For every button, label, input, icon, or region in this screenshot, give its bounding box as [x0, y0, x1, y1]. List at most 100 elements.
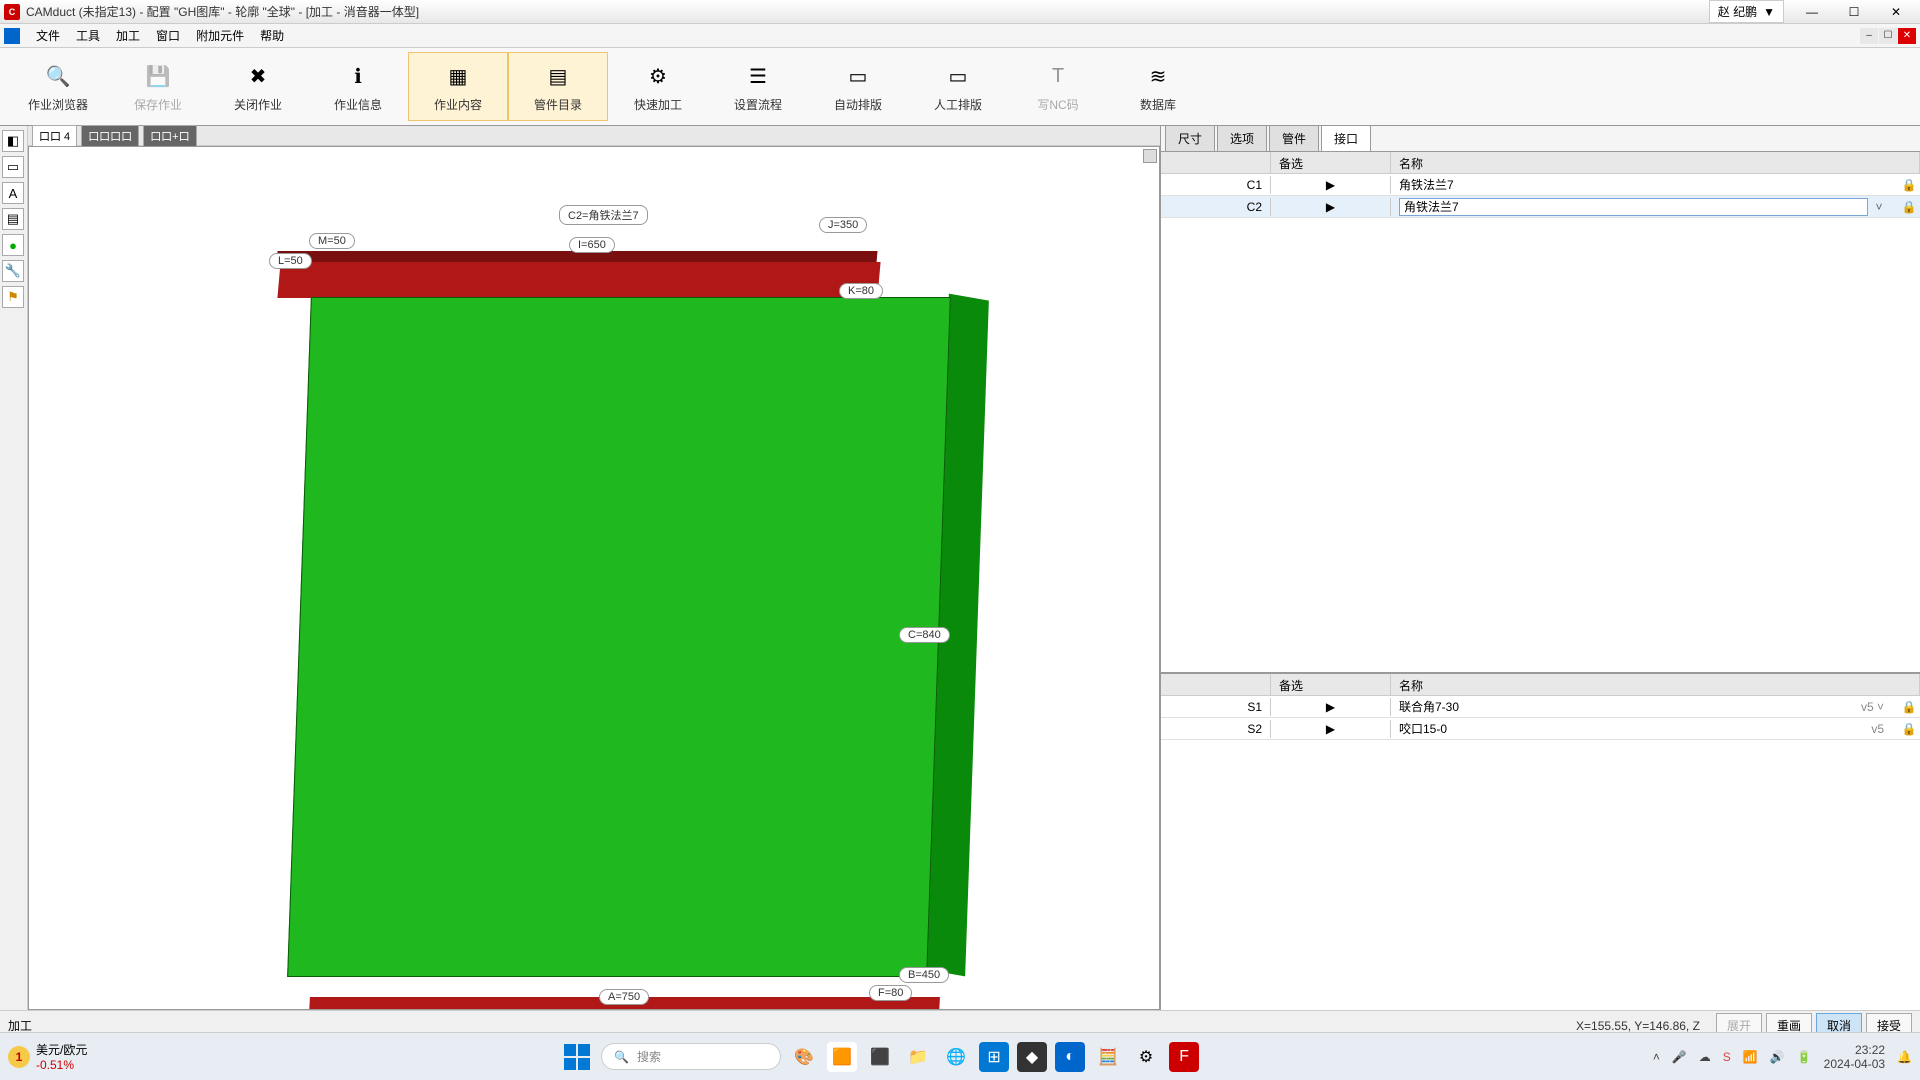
toolbar-btn-11[interactable]: ≋数据库: [1108, 52, 1208, 121]
tray-chevron-icon[interactable]: ˄: [1653, 1050, 1660, 1064]
tray-cloud-icon[interactable]: ☁: [1699, 1050, 1711, 1064]
camduct-taskbar-icon[interactable]: F: [1169, 1042, 1199, 1072]
3d-viewport[interactable]: C2=角铁法兰7 M=50 I=650 J=350 L=50 K=80 C=84…: [28, 146, 1160, 1010]
toolbar-btn-3[interactable]: ℹ作业信息: [308, 52, 408, 121]
notifications-icon[interactable]: 🔔: [1897, 1050, 1912, 1064]
tray-battery-icon[interactable]: 🔋: [1797, 1050, 1812, 1064]
dim-f[interactable]: F=80: [869, 985, 912, 1001]
tab-dimensions[interactable]: 尺寸: [1165, 125, 1215, 151]
tab-fittings[interactable]: 管件: [1269, 125, 1319, 151]
toolbar-btn-5[interactable]: ▤管件目录: [508, 52, 608, 121]
seam-row-S2[interactable]: S2▶咬口15-0v5🔒: [1161, 718, 1920, 740]
toolbar-btn-9[interactable]: ▭人工排版: [908, 52, 1008, 121]
tool-text-icon[interactable]: A: [2, 182, 24, 204]
tray-ime-icon[interactable]: S: [1723, 1050, 1731, 1064]
toolbar-btn-7[interactable]: ☰设置流程: [708, 52, 808, 121]
dim-l[interactable]: L=50: [269, 253, 312, 269]
mdi-close[interactable]: ✕: [1898, 28, 1916, 44]
start-button[interactable]: [561, 1041, 593, 1073]
lock-icon[interactable]: 🔒: [1898, 178, 1920, 192]
row-marker[interactable]: ▶: [1271, 720, 1391, 738]
vp-tab-3[interactable]: 口口+口: [143, 125, 196, 147]
tray-mic-icon[interactable]: 🎤: [1672, 1050, 1687, 1064]
row-marker[interactable]: ▶: [1271, 698, 1391, 716]
dim-c[interactable]: C=840: [899, 627, 950, 643]
row-name: 咬口15-0: [1399, 720, 1871, 737]
stock-widget[interactable]: 1 美元/欧元 -0.51%: [8, 1041, 87, 1072]
col-name-2[interactable]: 名称: [1391, 674, 1920, 695]
taskbar-search[interactable]: 🔍 搜索: [601, 1043, 781, 1070]
dim-m[interactable]: M=50: [309, 233, 355, 249]
connector-row-C1[interactable]: C1▶角铁法兰7🔒: [1161, 174, 1920, 196]
toolbar-btn-1: 💾保存作业: [108, 52, 208, 121]
tab-connectors[interactable]: 接口: [1321, 125, 1371, 151]
lock-icon[interactable]: 🔒: [1898, 722, 1920, 736]
tool-cube-icon[interactable]: ◧: [2, 130, 24, 152]
vp-tab-1[interactable]: 口口 4: [32, 125, 77, 147]
dropdown-icon[interactable]: ˅: [1868, 200, 1890, 214]
taskbar-app-4[interactable]: ◐: [1055, 1042, 1085, 1072]
toolbar-btn-4[interactable]: ▦作业内容: [408, 52, 508, 121]
mdi-minimize[interactable]: –: [1860, 28, 1878, 44]
row-version[interactable]: v5 ˅: [1861, 700, 1884, 714]
taskbar-app-5[interactable]: ⚙: [1131, 1042, 1161, 1072]
calculator-icon[interactable]: 🧮: [1093, 1042, 1123, 1072]
row-marker[interactable]: ▶: [1271, 198, 1391, 216]
lock-icon[interactable]: 🔒: [1898, 700, 1920, 714]
taskbar-clock[interactable]: 23:22 2024-04-03: [1824, 1043, 1885, 1071]
maximize-button[interactable]: ☐: [1834, 2, 1874, 22]
toolbar-label: 作业浏览器: [28, 96, 88, 113]
window-title: CAMduct (未指定13) - 配置 "GH图库" - 轮廓 "全球" - …: [26, 3, 1709, 20]
lock-icon[interactable]: 🔒: [1898, 200, 1920, 214]
dim-c2[interactable]: C2=角铁法兰7: [559, 205, 648, 225]
menu-tools[interactable]: 工具: [68, 25, 108, 46]
tool-flag-icon[interactable]: ⚑: [2, 286, 24, 308]
tool-box-icon[interactable]: ▭: [2, 156, 24, 178]
name-input[interactable]: [1399, 198, 1868, 216]
explorer-icon[interactable]: 📁: [903, 1042, 933, 1072]
close-button[interactable]: ✕: [1876, 2, 1916, 22]
minimize-button[interactable]: —: [1792, 2, 1832, 22]
taskbar-app-3[interactable]: ◆: [1017, 1042, 1047, 1072]
tool-circle-icon[interactable]: ●: [2, 234, 24, 256]
dim-b[interactable]: B=450: [899, 967, 949, 983]
toolbar-btn-8[interactable]: ▭自动排版: [808, 52, 908, 121]
row-id: S1: [1161, 698, 1271, 716]
tool-layer-icon[interactable]: ▤: [2, 208, 24, 230]
dim-j[interactable]: J=350: [819, 217, 867, 233]
toolbar-btn-2[interactable]: ✖关闭作业: [208, 52, 308, 121]
connector-row-C2[interactable]: C2▶˅🔒: [1161, 196, 1920, 218]
seam-row-S1[interactable]: S1▶联合角7-30v5 ˅🔒: [1161, 696, 1920, 718]
col-name[interactable]: 名称: [1391, 152, 1920, 173]
tray-wifi-icon[interactable]: 📶: [1743, 1050, 1758, 1064]
vp-tab-2[interactable]: 口口口口: [81, 125, 139, 147]
col-alternate[interactable]: 备选: [1271, 152, 1391, 173]
mdi-restore[interactable]: ☐: [1879, 28, 1897, 44]
dim-a[interactable]: A=750: [599, 989, 649, 1005]
col-alternate-2[interactable]: 备选: [1271, 674, 1391, 695]
scroll-indicator[interactable]: [1143, 149, 1157, 163]
menu-file[interactable]: 文件: [28, 25, 68, 46]
toolbar-btn-0[interactable]: 🔍作业浏览器: [8, 52, 108, 121]
edge-icon[interactable]: 🌐: [941, 1042, 971, 1072]
taskbar-app-2[interactable]: ⬛: [865, 1042, 895, 1072]
store-icon[interactable]: ⊞: [979, 1042, 1009, 1072]
tool-wrench-icon[interactable]: 🔧: [2, 260, 24, 282]
system-tray: ˄ 🎤 ☁ S 📶 🔊 🔋 23:22 2024-04-03 🔔: [1653, 1043, 1912, 1071]
user-name: 赵 纪鹏: [1718, 3, 1757, 20]
toolbar-btn-6[interactable]: ⚙快速加工: [608, 52, 708, 121]
row-version[interactable]: v5: [1871, 722, 1884, 736]
menu-addons[interactable]: 附加元件: [188, 25, 252, 46]
dim-k[interactable]: K=80: [839, 283, 883, 299]
menu-process[interactable]: 加工: [108, 25, 148, 46]
menu-window[interactable]: 窗口: [148, 25, 188, 46]
menu-help[interactable]: 帮助: [252, 25, 292, 46]
tab-options[interactable]: 选项: [1217, 125, 1267, 151]
user-dropdown[interactable]: 赵 纪鹏 ▼: [1709, 0, 1784, 23]
copilot-icon[interactable]: 🎨: [789, 1042, 819, 1072]
dim-i[interactable]: I=650: [569, 237, 615, 253]
row-id: C1: [1161, 176, 1271, 194]
tray-volume-icon[interactable]: 🔊: [1770, 1050, 1785, 1064]
row-marker[interactable]: ▶: [1271, 176, 1391, 194]
taskbar-app-1[interactable]: 🟧: [827, 1042, 857, 1072]
